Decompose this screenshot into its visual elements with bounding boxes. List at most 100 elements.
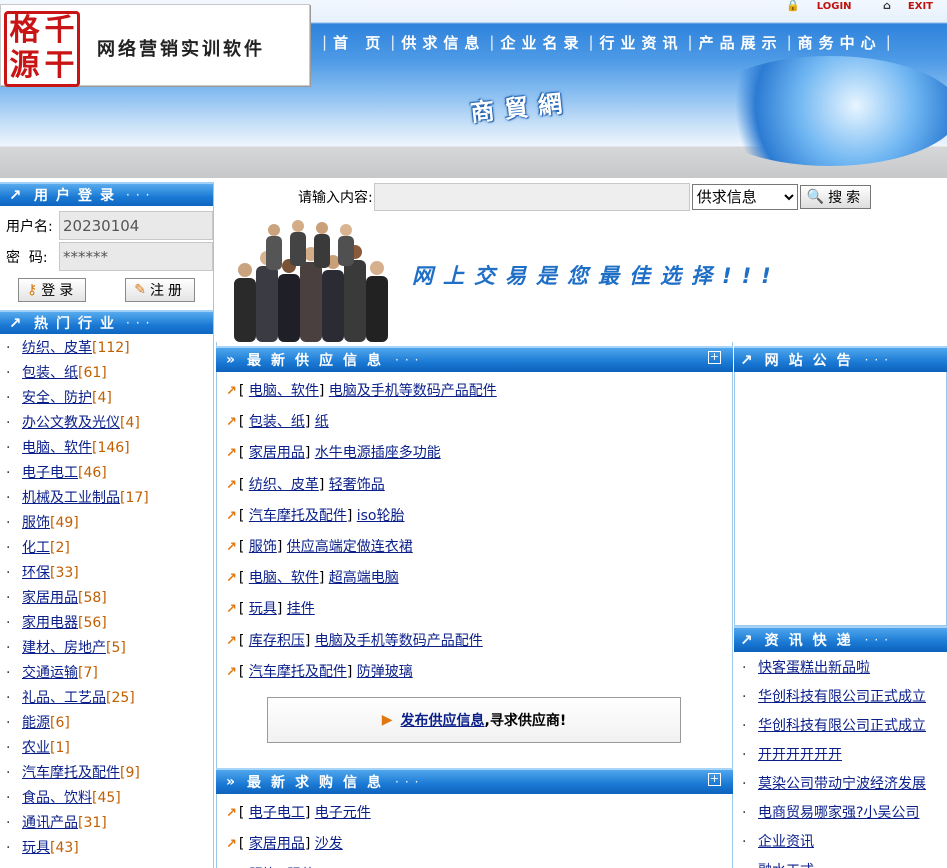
supply-category-link[interactable]: 电脑、软件 xyxy=(249,383,319,399)
supply-title-link[interactable]: 电脑及手机等数码产品配件 xyxy=(329,383,497,399)
supply-title-link[interactable]: 纸 xyxy=(315,414,329,430)
supply-category-link[interactable]: 汽车摩托及配件 xyxy=(249,508,347,524)
arrow-icon: ↗ xyxy=(8,186,22,204)
search-category-select[interactable]: 供求信息 xyxy=(691,184,798,210)
title-dots: ··· xyxy=(395,775,425,789)
hot-industry-link[interactable]: 纺织、皮革 xyxy=(22,340,92,356)
hot-industry-link[interactable]: 通讯产品 xyxy=(22,815,78,831)
hot-industry-count: [43] xyxy=(50,840,79,856)
bracket-close: ] xyxy=(318,476,329,493)
hot-industry-item: · 纺织、皮革[112] xyxy=(6,336,213,361)
bullet-icon: · xyxy=(742,834,747,850)
hot-industry-link[interactable]: 农业 xyxy=(22,740,50,756)
username-input[interactable] xyxy=(59,211,213,240)
supply-panel: » 最新供应信息 ··· + ↗[ 电脑、软件] 电脑及手机等数码产品配件 ↗[ … xyxy=(216,346,733,688)
bracket-close: ] xyxy=(318,383,329,399)
nav-item-home[interactable]: 首 页 xyxy=(333,32,386,53)
more-plus-icon[interactable]: + xyxy=(708,351,721,364)
news-item: · 企业资讯 xyxy=(742,828,942,857)
arrow-up-right-icon: ↗ xyxy=(226,508,237,524)
nav-item-supply-demand[interactable]: 供求信息 xyxy=(401,32,485,53)
hot-industry-link[interactable]: 包装、纸 xyxy=(22,365,78,381)
supply-title-link[interactable]: 防弹玻璃 xyxy=(357,664,413,680)
supply-category-link[interactable]: 服饰 xyxy=(249,539,277,555)
supply-category-link[interactable]: 玩具 xyxy=(249,601,277,617)
demand-title-link[interactable]: 沙发 xyxy=(315,836,343,852)
news-title: ↗ 资讯快递 ··· xyxy=(734,626,947,652)
hot-industry-link[interactable]: 家用电器 xyxy=(22,615,78,631)
login-button[interactable]: ⚷ 登录 xyxy=(18,278,87,302)
nav-item-products[interactable]: 产品展示 xyxy=(699,32,783,53)
supply-title-link[interactable]: 超高端电脑 xyxy=(329,570,399,586)
news-item: · 华创科技有限公司正式成立 xyxy=(742,712,942,741)
hot-industry-link[interactable]: 玩具 xyxy=(22,840,50,856)
hot-industry-link[interactable]: 食品、饮料 xyxy=(22,790,92,806)
publish-supply-link[interactable]: 发布供应信息 xyxy=(401,710,485,730)
supply-category-link[interactable]: 库存积压 xyxy=(249,633,305,649)
bracket-open: [ xyxy=(238,507,249,524)
supply-category-link[interactable]: 家居用品 xyxy=(249,445,305,461)
register-button[interactable]: ✎ 注册 xyxy=(125,278,195,302)
hot-industry-link[interactable]: 建材、房地产 xyxy=(22,640,106,656)
hot-industry-link[interactable]: 能源 xyxy=(22,715,50,731)
bracket-open: [ xyxy=(238,445,249,462)
hot-industry-link[interactable]: 汽车摩托及配件 xyxy=(22,765,120,781)
search-input[interactable] xyxy=(373,183,690,211)
hot-industry-count: [112] xyxy=(92,340,130,356)
search-button[interactable]: 🔍 搜索 xyxy=(799,185,872,209)
logo[interactable]: 格 千 源 干 网络营销实训软件 xyxy=(0,4,310,87)
login-link[interactable]: 🔒 LOGIN xyxy=(772,0,852,12)
supply-category-link[interactable]: 汽车摩托及配件 xyxy=(249,664,347,680)
demand-panel: » 最新求购信息 ··· + ↗[ 电子电工] 电子元件↗[ 家居用品] 沙发↗… xyxy=(216,768,733,868)
news-link[interactable]: 莫染公司带动宁波经济发展 xyxy=(758,776,926,792)
hot-industry-link[interactable]: 服饰 xyxy=(22,515,50,531)
hot-industry-link[interactable]: 电子电工 xyxy=(22,465,78,481)
hot-industry-link[interactable]: 家居用品 xyxy=(22,590,78,606)
exit-link[interactable]: ⌂ EXIT xyxy=(869,0,933,12)
hot-industry-link[interactable]: 电脑、软件 xyxy=(22,440,92,456)
demand-title-link[interactable]: 电子元件 xyxy=(315,805,371,821)
supply-title-link[interactable]: 挂件 xyxy=(287,601,315,617)
hot-industry-link[interactable]: 办公文教及光仪 xyxy=(22,415,120,431)
supply-category-link[interactable]: 纺织、皮革 xyxy=(249,477,319,493)
search-bar: 请输入内容: 供求信息 🔍 搜索 xyxy=(298,183,872,211)
hot-industry-count: [7] xyxy=(78,665,98,681)
demand-category-link[interactable]: 家居用品 xyxy=(249,836,305,852)
nav-item-industry-news[interactable]: 行业资讯 xyxy=(600,32,684,53)
hot-industry-link[interactable]: 环保 xyxy=(22,565,50,581)
left-sidebar: ↗ 用户登录 ··· 用户名: 密 码: ⚷ 登录 ✎ 注册 ↗ 热门行业 ·· xyxy=(0,182,214,868)
news-link[interactable]: 融水工式 xyxy=(758,863,814,868)
nav-item-business-center[interactable]: 商务中心 xyxy=(798,32,882,53)
hot-industry-count: [25] xyxy=(106,690,135,706)
password-input[interactable] xyxy=(59,242,213,271)
news-link[interactable]: 企业资讯 xyxy=(758,834,814,850)
bracket-open: [ xyxy=(238,601,249,618)
hot-industry-link[interactable]: 礼品、工艺品 xyxy=(22,690,106,706)
hot-industry-link[interactable]: 交通运输 xyxy=(22,665,78,681)
hot-industry-link[interactable]: 化工 xyxy=(22,540,50,556)
news-link[interactable]: 华创科技有限公司正式成立 xyxy=(758,718,926,734)
globe-graphic xyxy=(700,56,947,166)
supply-title-link[interactable]: iso轮胎 xyxy=(357,508,405,524)
supply-title-text: 最新供应信息 xyxy=(247,353,392,369)
supply-title-link[interactable]: 供应高端定做连衣裙 xyxy=(287,539,413,555)
hot-industry-item: · 汽车摩托及配件[9] xyxy=(6,761,213,786)
demand-item: ↗[ 家居用品] 沙发 xyxy=(226,829,733,860)
supply-category-link[interactable]: 电脑、软件 xyxy=(249,570,319,586)
login-button-label: 登录 xyxy=(41,283,78,299)
hot-industry-link[interactable]: 安全、防护 xyxy=(22,390,92,406)
nav-item-directory[interactable]: 企业名录 xyxy=(500,32,584,53)
supply-title-link[interactable]: 电脑及手机等数码产品配件 xyxy=(315,633,483,649)
hot-industry-link[interactable]: 机械及工业制品 xyxy=(22,490,120,506)
hot-industry-count: [61] xyxy=(78,365,107,381)
supply-title-link[interactable]: 轻奢饰品 xyxy=(329,477,385,493)
news-link[interactable]: 华创科技有限公司正式成立 xyxy=(758,689,926,705)
demand-category-link[interactable]: 电子电工 xyxy=(249,805,305,821)
triangle-right-icon: ▶ xyxy=(381,712,393,728)
supply-category-link[interactable]: 包装、纸 xyxy=(249,414,305,430)
more-plus-icon[interactable]: + xyxy=(708,773,721,786)
news-link[interactable]: 开开开开开开 xyxy=(758,747,842,763)
supply-title-link[interactable]: 水牛电源插座多功能 xyxy=(315,445,441,461)
news-link[interactable]: 电商贸易哪家强?小吴公司 xyxy=(758,805,919,821)
news-link[interactable]: 快客蛋糕出新品啦 xyxy=(758,660,870,676)
